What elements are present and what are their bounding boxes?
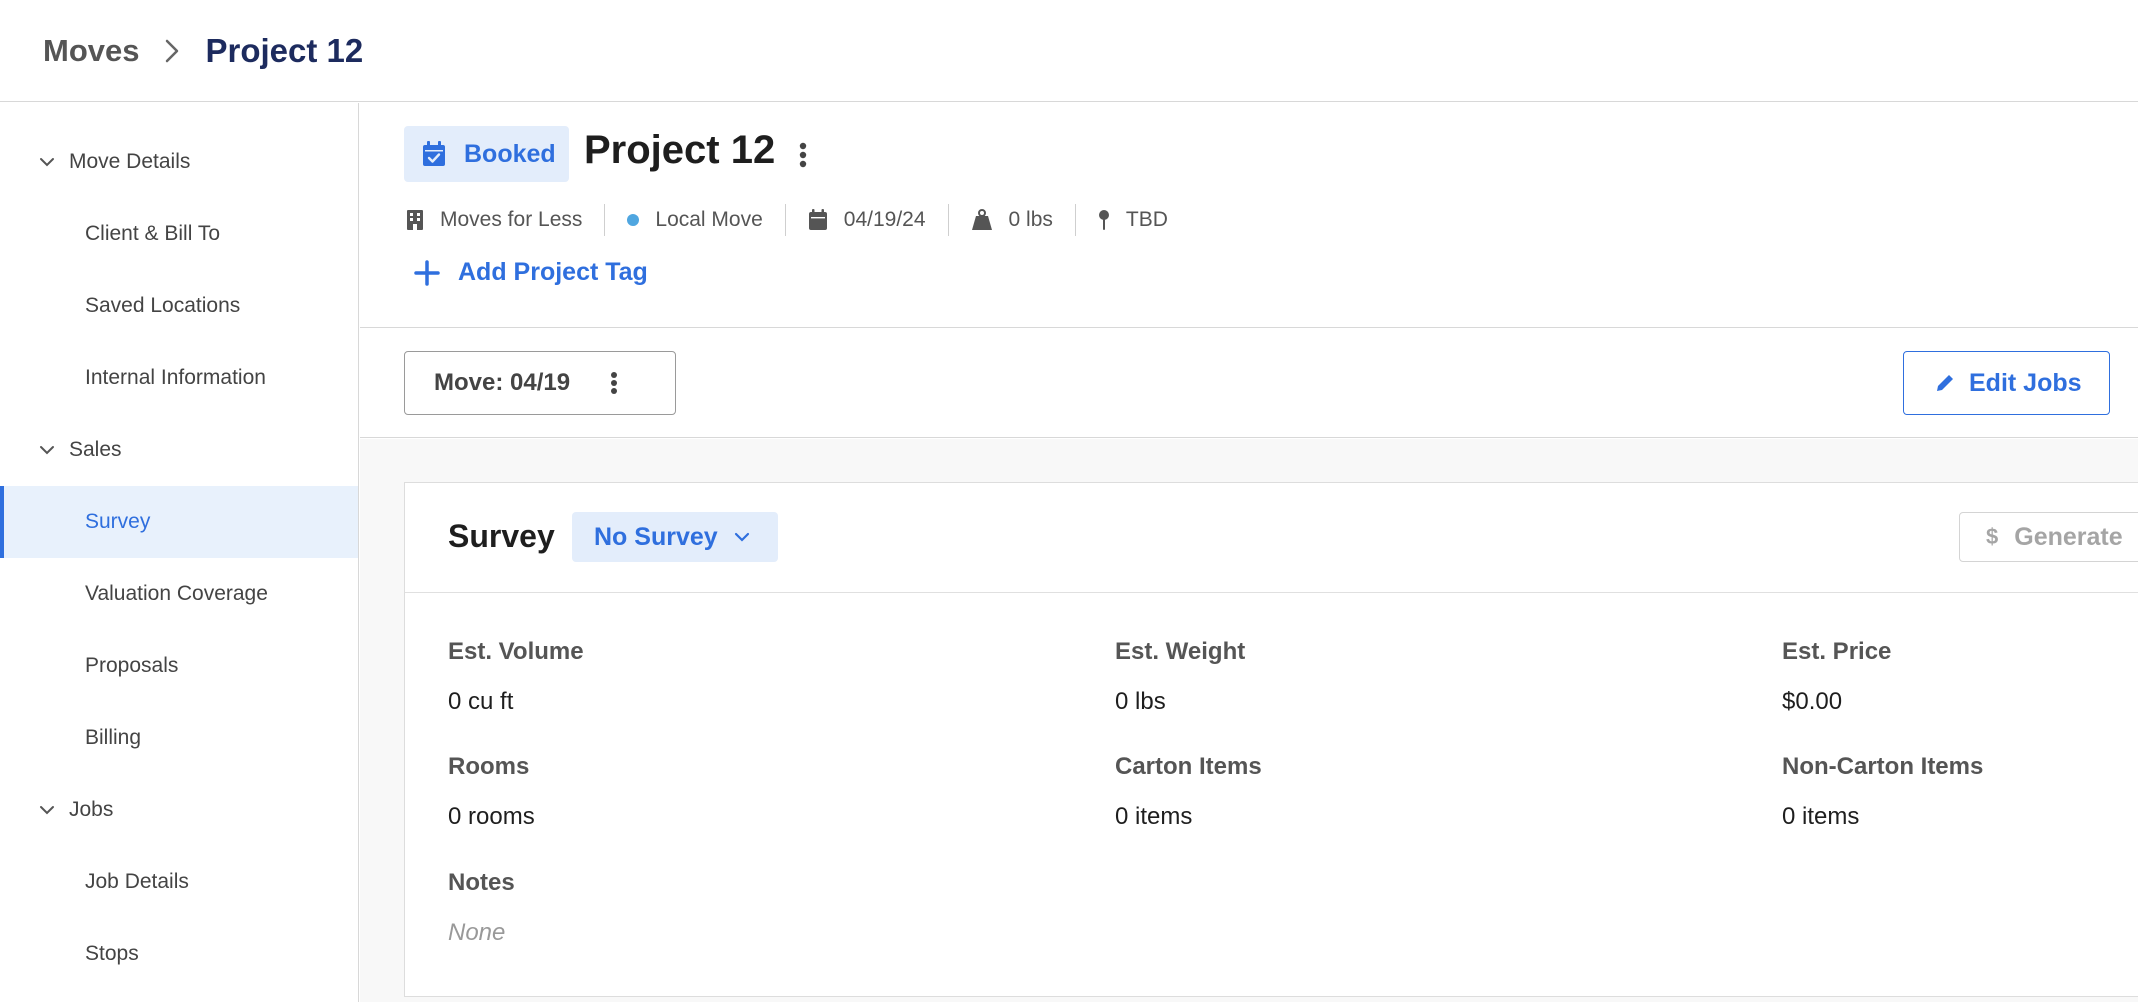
divider xyxy=(1074,204,1076,236)
survey-title: Survey xyxy=(448,518,555,554)
building-icon xyxy=(406,209,424,231)
chevron-down-icon xyxy=(39,805,55,815)
sidebar-item-stops[interactable]: Stops xyxy=(0,918,358,990)
divider xyxy=(784,204,786,236)
generate-label: Generate xyxy=(2014,522,2123,551)
sidebar-item-label: Stops xyxy=(85,942,139,965)
sidebar-section-sales[interactable]: Sales xyxy=(0,414,358,486)
est-price-value: $0.00 xyxy=(1782,688,1843,715)
sidebar-item-label: Survey xyxy=(85,510,151,533)
project-meta: Moves for Less Local Move 04/19/24 0 lbs… xyxy=(406,202,1168,238)
edit-jobs-button[interactable]: Edit Jobs xyxy=(1903,351,2110,415)
sidebar-item-job-details[interactable]: Job Details xyxy=(0,846,358,918)
meta-date-text: 04/19/24 xyxy=(843,208,926,231)
status-dot-icon xyxy=(627,214,640,226)
notes-value: None xyxy=(448,919,506,946)
add-project-tag-label: Add Project Tag xyxy=(458,258,648,286)
chevron-down-icon xyxy=(39,445,55,455)
dollar-icon: $ xyxy=(1986,524,1999,549)
non-carton-items-value: 0 items xyxy=(1782,803,1860,830)
est-price-label: Est. Price xyxy=(1782,638,1892,665)
sidebar-item-survey[interactable]: Survey xyxy=(0,486,358,558)
chevron-down-icon xyxy=(39,157,55,167)
sidebar-section-label: Jobs xyxy=(69,798,114,821)
survey-dropdown[interactable]: No Survey xyxy=(572,512,778,562)
chevron-right-icon xyxy=(165,39,179,63)
status-badge-label: Booked xyxy=(464,139,556,168)
meta-company-text: Moves for Less xyxy=(440,208,583,231)
weight-icon xyxy=(971,209,993,231)
sidebar-section-label: Sales xyxy=(69,438,122,461)
sidebar-item-label: Client & Bill To xyxy=(85,222,221,245)
chevron-down-icon xyxy=(734,532,750,542)
est-weight-value: 0 lbs xyxy=(1115,688,1166,715)
meta-weight: 0 lbs xyxy=(971,208,1053,232)
survey-card: Survey No Survey $ Generate Est. Volume … xyxy=(404,482,2138,997)
sidebar-section-jobs[interactable]: Jobs xyxy=(0,774,358,846)
sidebar-item-label: Job Details xyxy=(85,870,189,893)
calendar-icon xyxy=(808,209,828,231)
meta-move-type-text: Local Move xyxy=(655,208,763,231)
divider xyxy=(604,204,606,236)
generate-button[interactable]: $ Generate xyxy=(1959,512,2138,562)
calendar-check-icon xyxy=(422,141,446,167)
kebab-icon[interactable] xyxy=(792,138,814,172)
est-weight-label: Est. Weight xyxy=(1115,638,1246,665)
est-volume-value: 0 cu ft xyxy=(448,688,514,715)
sidebar-item-valuation-coverage[interactable]: Valuation Coverage xyxy=(0,558,358,630)
sidebar-item-label: Proposals xyxy=(85,654,179,677)
rooms-value: 0 rooms xyxy=(448,803,535,830)
plus-icon xyxy=(414,259,440,286)
rooms-label: Rooms xyxy=(448,753,530,780)
sidebar-item-label: Valuation Coverage xyxy=(85,582,268,605)
divider xyxy=(947,204,949,236)
breadcrumb: Moves Project 12 xyxy=(0,0,2138,102)
carton-items-label: Carton Items xyxy=(1115,753,1262,780)
page-title: Project 12 xyxy=(584,128,776,172)
meta-move-type: Local Move xyxy=(627,208,763,232)
meta-date: 04/19/24 xyxy=(808,208,926,232)
meta-weight-text: 0 lbs xyxy=(1008,208,1053,231)
pencil-icon xyxy=(1935,373,1955,393)
survey-card-header: Survey No Survey $ Generate xyxy=(405,483,2138,593)
move-select-label: Move: 04/19 xyxy=(434,369,571,396)
status-badge[interactable]: Booked xyxy=(404,126,569,182)
est-volume-label: Est. Volume xyxy=(448,638,584,665)
meta-location-text: TBD xyxy=(1125,208,1168,231)
meta-company: Moves for Less xyxy=(406,208,582,232)
pin-icon xyxy=(1098,209,1110,231)
sidebar-item-label: Billing xyxy=(85,726,142,749)
sidebar-item-saved-locations[interactable]: Saved Locations xyxy=(0,270,358,342)
edit-jobs-label: Edit Jobs xyxy=(1969,368,2082,397)
survey-dropdown-value: No Survey xyxy=(594,522,718,551)
move-select[interactable]: Move: 04/19 xyxy=(404,351,676,415)
non-carton-items-label: Non-Carton Items xyxy=(1782,753,1984,780)
meta-location: TBD xyxy=(1098,208,1168,232)
sidebar-section-label: Move Details xyxy=(69,150,191,173)
sidebar-item-internal-information[interactable]: Internal Information xyxy=(0,342,358,414)
kebab-icon[interactable] xyxy=(610,371,618,395)
sidebar-item-label: Saved Locations xyxy=(85,294,241,317)
breadcrumb-current: Project 12 xyxy=(205,31,364,69)
add-project-tag-button[interactable]: Add Project Tag xyxy=(414,258,648,287)
sidebar-section-move-details[interactable]: Move Details xyxy=(0,126,358,198)
sidebar-item-client-bill-to[interactable]: Client & Bill To xyxy=(0,198,358,270)
sidebar-item-label: Internal Information xyxy=(85,366,266,389)
notes-label: Notes xyxy=(448,869,515,896)
sidebar-item-proposals[interactable]: Proposals xyxy=(0,630,358,702)
sidebar-item-billing[interactable]: Billing xyxy=(0,702,358,774)
breadcrumb-moves-link[interactable]: Moves xyxy=(43,33,139,69)
carton-items-value: 0 items xyxy=(1115,803,1193,830)
